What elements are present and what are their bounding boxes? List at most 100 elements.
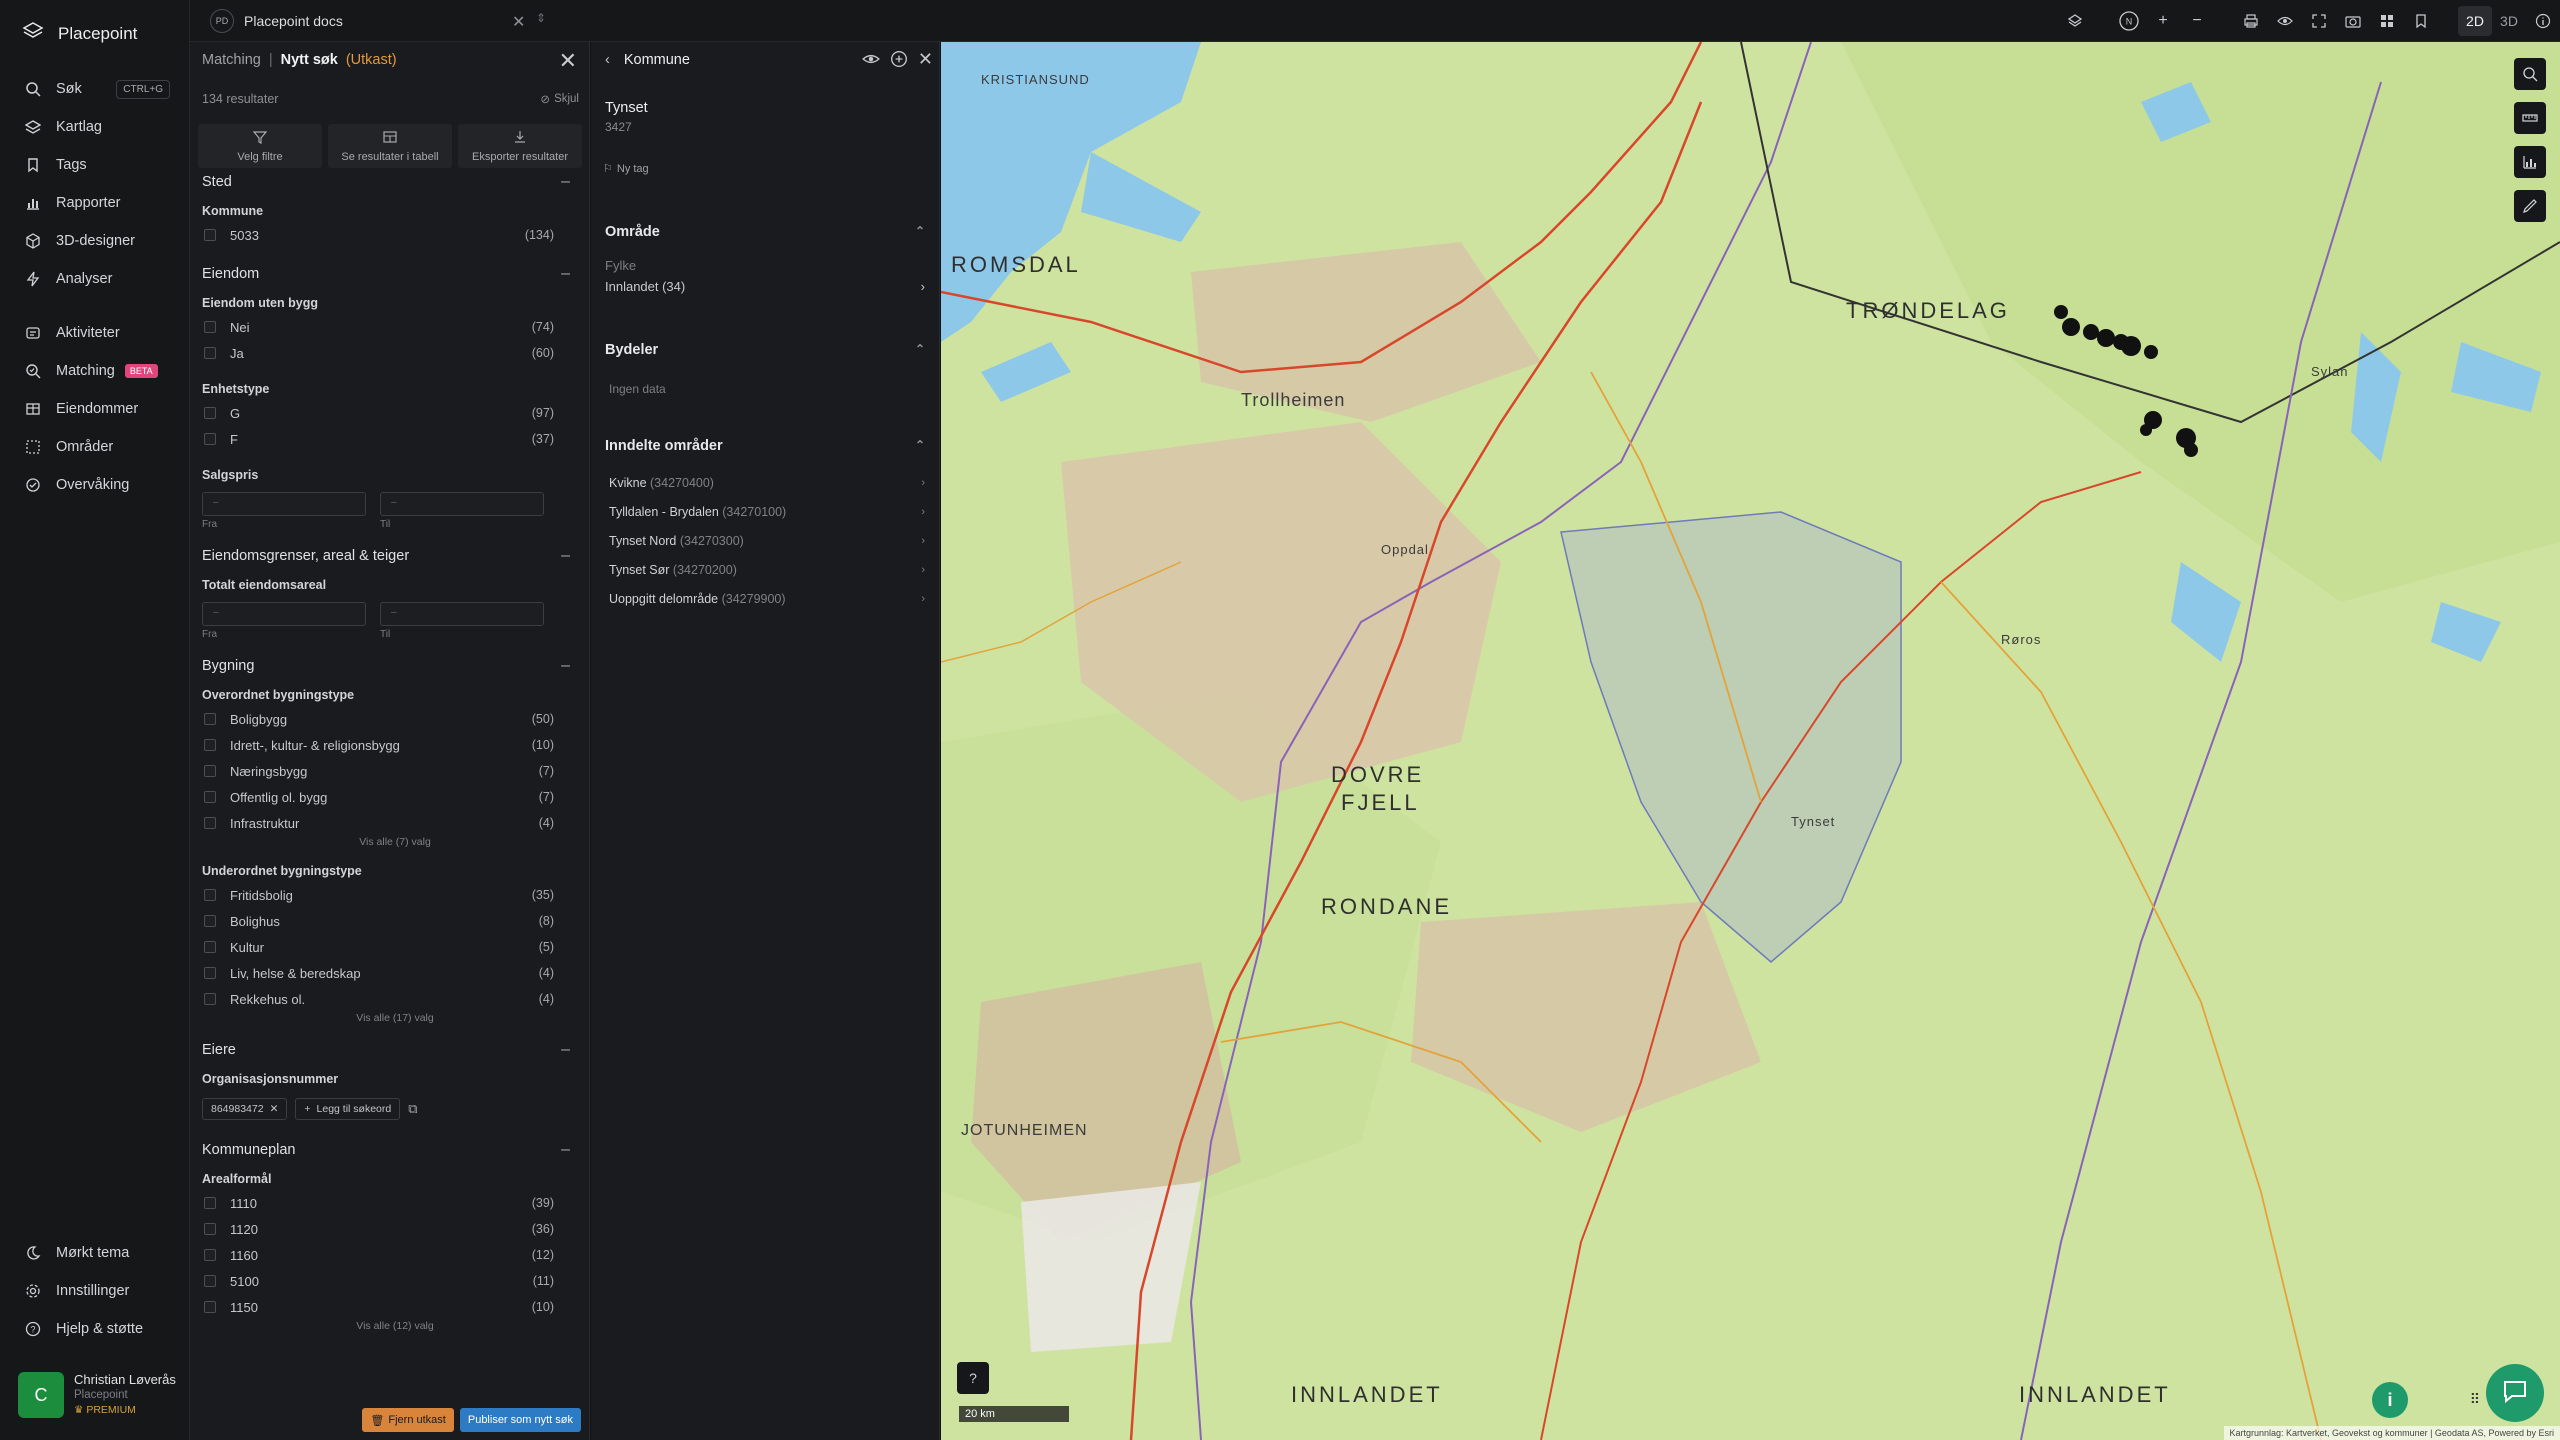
area-from-input[interactable]: – xyxy=(202,602,366,626)
nav-item-kartlag[interactable]: Kartlag xyxy=(0,108,190,146)
grid-icon[interactable] xyxy=(2370,4,2404,38)
checkbox[interactable] xyxy=(204,817,216,829)
eye-icon[interactable] xyxy=(2268,4,2302,38)
close-icon[interactable]: ✕ xyxy=(918,50,933,73)
copy-icon[interactable]: ⧉ xyxy=(408,1101,417,1117)
option-row[interactable]: 1120 (36) xyxy=(202,1216,578,1242)
chevron-up-icon[interactable]: ⌃ xyxy=(915,342,925,358)
nav-item-aktiviteter[interactable]: Aktiviteter xyxy=(0,314,190,352)
nav-item-rapporter[interactable]: Rapporter xyxy=(0,184,190,222)
omrade-header[interactable]: Område ⌃ xyxy=(605,224,925,240)
option-row[interactable]: 1110 (39) xyxy=(202,1190,578,1216)
measure-icon[interactable] xyxy=(2514,102,2546,134)
updown-chevron-icon[interactable]: ⇕ xyxy=(536,11,546,25)
option-row[interactable]: Rekkehus ol. (4) xyxy=(202,986,578,1012)
option-row[interactable]: Infrastruktur (4) xyxy=(202,810,578,836)
option-row[interactable]: Næringsbygg (7) xyxy=(202,758,578,784)
bydeler-header[interactable]: Bydeler ⌃ xyxy=(605,342,925,358)
layers-stack-icon[interactable] xyxy=(2058,4,2092,38)
collapse-icon[interactable]: – xyxy=(561,1041,578,1059)
compass-icon[interactable]: N xyxy=(2112,4,2146,38)
list-item[interactable]: Tylldalen - Brydalen (34270100) › xyxy=(605,497,925,526)
option-row[interactable]: 1160 (12) xyxy=(202,1242,578,1268)
view-table-button[interactable]: Se resultater i tabell xyxy=(328,124,452,168)
collapse-icon[interactable]: – xyxy=(561,547,578,565)
camera-icon[interactable] xyxy=(2336,4,2370,38)
map-search-icon[interactable] xyxy=(2514,58,2546,90)
checkbox[interactable] xyxy=(204,765,216,777)
area-to-input[interactable]: – xyxy=(380,602,544,626)
checkbox[interactable] xyxy=(204,941,216,953)
checkbox[interactable] xyxy=(204,407,216,419)
remove-icon[interactable]: ✕ xyxy=(270,1103,279,1115)
chart-icon[interactable] xyxy=(2514,146,2546,178)
fullscreen-icon[interactable] xyxy=(2302,4,2336,38)
nav-item-overvaking[interactable]: Overvåking xyxy=(0,466,190,504)
checkbox[interactable] xyxy=(204,229,216,241)
option-row[interactable]: 5033 (134) xyxy=(202,222,578,248)
show-all-link[interactable]: Vis alle (12) valg xyxy=(202,1320,578,1338)
section-bygning[interactable]: Bygning – xyxy=(202,654,578,678)
breadcrumb-matching[interactable]: Matching xyxy=(202,52,261,68)
checkbox[interactable] xyxy=(204,1275,216,1287)
price-from-input[interactable]: – xyxy=(202,492,366,516)
export-results-button[interactable]: Eksporter resultater xyxy=(458,124,582,168)
section-eiendomsgrenser[interactable]: Eiendomsgrenser, areal & teiger – xyxy=(202,544,578,568)
checkbox[interactable] xyxy=(204,347,216,359)
option-row[interactable]: Boligbygg (50) xyxy=(202,706,578,732)
brand[interactable]: Placepoint xyxy=(22,20,137,47)
new-tag-button[interactable]: ⚐ Ny tag xyxy=(603,162,649,176)
option-row[interactable]: 1150 (10) xyxy=(202,1294,578,1320)
grip-icon[interactable]: ⠿ xyxy=(2470,1391,2480,1408)
user-profile[interactable]: C Christian Løverås Placepoint ♛ PREMIUM xyxy=(18,1372,176,1418)
nav-item-settings[interactable]: Innstillinger xyxy=(0,1272,190,1310)
nav-item-tags[interactable]: Tags xyxy=(0,146,190,184)
publish-button[interactable]: Publiser som nytt søk xyxy=(459,1408,581,1432)
option-row[interactable]: G (97) xyxy=(202,400,578,426)
back-chevron-icon[interactable]: ‹ xyxy=(605,52,610,68)
show-all-link[interactable]: Vis alle (17) valg xyxy=(202,1012,578,1030)
bookmark-icon[interactable] xyxy=(2404,4,2438,38)
info-icon[interactable] xyxy=(2526,4,2560,38)
checkbox[interactable] xyxy=(204,1197,216,1209)
clear-icon[interactable]: ✕ xyxy=(512,12,525,32)
document-selector[interactable]: PD Placepoint docs ✕ ⇕ xyxy=(210,7,730,35)
chevron-up-icon[interactable]: ⌃ xyxy=(915,438,925,454)
nav-item-omrader[interactable]: Områder xyxy=(0,428,190,466)
section-eiere[interactable]: Eiere – xyxy=(202,1038,578,1062)
chat-button[interactable] xyxy=(2486,1364,2544,1422)
print-icon[interactable] xyxy=(2234,4,2268,38)
info-button[interactable]: i xyxy=(2372,1382,2408,1418)
section-eiendom[interactable]: Eiendom – xyxy=(202,262,578,286)
checkbox[interactable] xyxy=(204,1249,216,1261)
option-row[interactable]: Idrett-, kultur- & religionsbygg (10) xyxy=(202,732,578,758)
select-filters-button[interactable]: Velg filtre xyxy=(198,124,322,168)
nav-item-analyser[interactable]: Analyser xyxy=(0,260,190,298)
option-row[interactable]: Fritidsbolig (35) xyxy=(202,882,578,908)
nav-item-matching[interactable]: Matching BETA xyxy=(0,352,190,390)
chevron-up-icon[interactable]: ⌃ xyxy=(915,224,925,240)
add-keyword-button[interactable]: + Legg til søkeord xyxy=(295,1098,401,1120)
option-row[interactable]: Liv, helse & beredskap (4) xyxy=(202,960,578,986)
checkbox[interactable] xyxy=(204,791,216,803)
fylke-row[interactable]: Innlandet (34) › xyxy=(605,279,925,294)
collapse-icon[interactable]: – xyxy=(561,265,578,283)
list-item[interactable]: Kvikne (34270400) › xyxy=(605,468,925,497)
map-canvas[interactable]: KRISTIANSUND ROMSDAL TRØNDELAG Trollheim… xyxy=(941,42,2560,1440)
collapse-icon[interactable]: – xyxy=(561,657,578,675)
option-row[interactable]: Offentlig ol. bygg (7) xyxy=(202,784,578,810)
nav-item-help[interactable]: ? Hjelp & støtte xyxy=(0,1310,190,1348)
nav-item-sok[interactable]: Søk CTRL+G xyxy=(0,70,190,108)
collapse-icon[interactable]: – xyxy=(561,1141,578,1159)
eye-icon[interactable] xyxy=(861,50,880,73)
draw-icon[interactable] xyxy=(2514,190,2546,222)
checkbox[interactable] xyxy=(204,1223,216,1235)
list-item[interactable]: Uoppgitt delområde (34279900) › xyxy=(605,584,925,613)
checkbox[interactable] xyxy=(204,321,216,333)
list-item[interactable]: Tynset Sør (34270200) › xyxy=(605,555,925,584)
checkbox[interactable] xyxy=(204,915,216,927)
nav-item-dark-theme[interactable]: Mørkt tema xyxy=(0,1234,190,1272)
option-row[interactable]: Nei (74) xyxy=(202,314,578,340)
section-kommuneplan[interactable]: Kommuneplan – xyxy=(202,1138,578,1162)
close-icon[interactable]: ✕ xyxy=(559,48,577,74)
